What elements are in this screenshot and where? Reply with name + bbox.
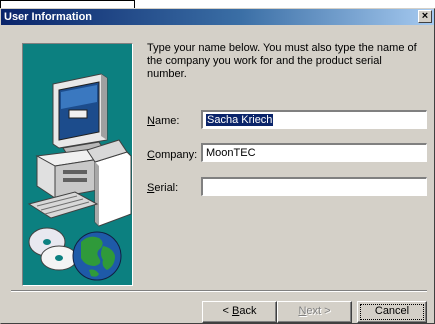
screen: User Information × Type your name below.… [0,0,435,324]
name-label: Name: [147,115,180,127]
company-field-value: MoonTEC [206,147,256,159]
close-icon: × [421,10,429,22]
close-button[interactable]: × [418,10,432,23]
name-field[interactable]: Sacha Kriech [201,110,427,129]
cancel-button[interactable]: Cancel [357,301,427,323]
user-information-dialog: User Information × Type your name below.… [0,8,435,324]
button-separator [11,290,427,292]
window-title: User Information [4,11,93,23]
next-button[interactable]: Next > [277,301,352,323]
title-bar[interactable]: User Information × [1,9,434,25]
serial-field[interactable] [201,177,427,196]
instructions-text: Type your name below. You must also type… [147,42,417,80]
company-field[interactable]: MoonTEC [201,143,427,162]
top-notch [0,0,135,8]
name-field-value: Sacha Kriech [206,114,274,126]
setup-illustration-panel [22,43,133,286]
computer-with-cds-and-globe-icon [27,73,132,281]
serial-label: Serial: [147,182,179,194]
company-label: Company: [147,149,198,161]
back-button[interactable]: < Back [202,301,277,323]
